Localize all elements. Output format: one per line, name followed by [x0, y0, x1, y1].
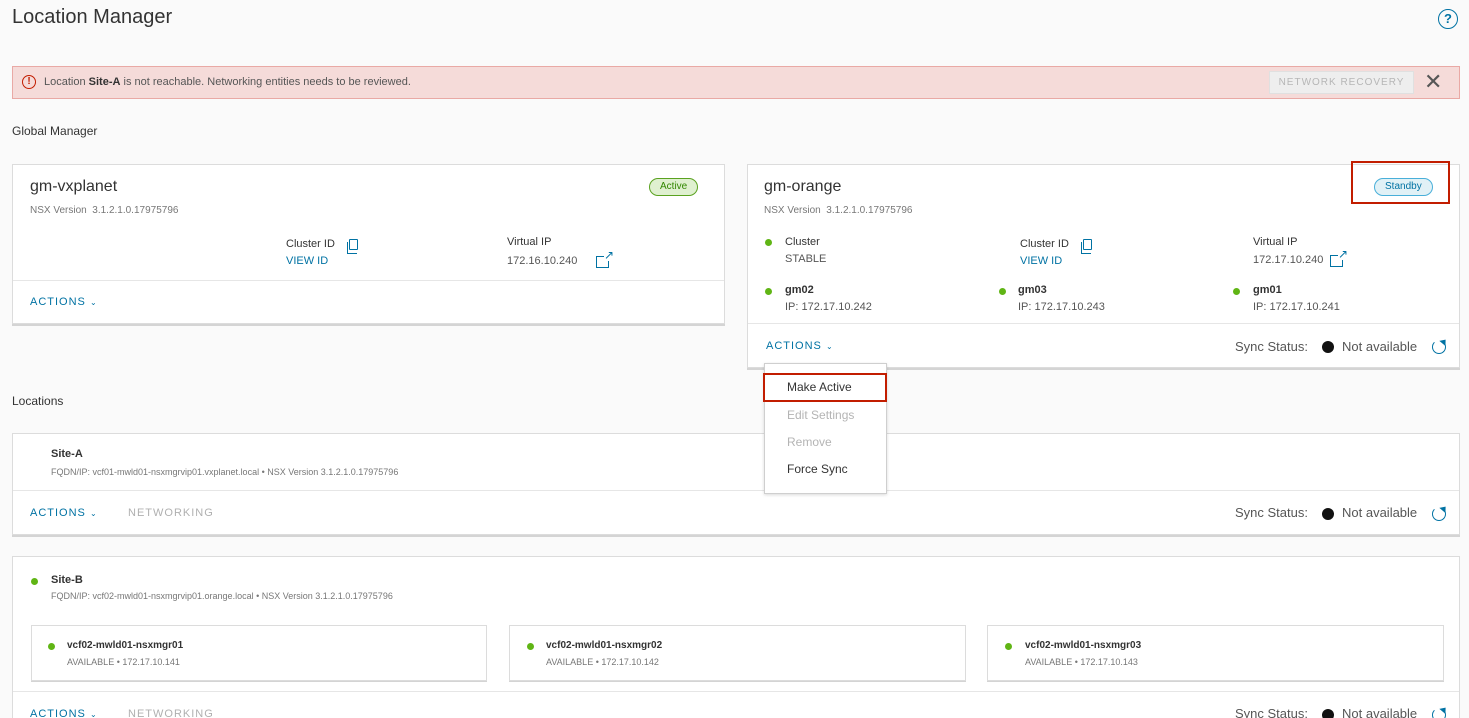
node-name: gm02 [785, 284, 814, 296]
cluster-id-label: Cluster ID [286, 238, 335, 250]
manager-status: AVAILABLE • 172.17.10.143 [1025, 657, 1138, 667]
status-dot [765, 288, 772, 295]
site-card-site-a: Site-A FQDN/IP: vcf01-mwld01-nsxmgrvip01… [12, 433, 1460, 535]
node-ip: IP: 172.17.10.241 [1253, 301, 1340, 313]
networking-button[interactable]: NETWORKING [128, 708, 214, 718]
status-dot [765, 239, 772, 246]
divider [13, 280, 724, 281]
copy-icon[interactable] [347, 239, 358, 254]
cluster-status: STABLE [785, 253, 827, 265]
gm-name: gm-orange [764, 178, 842, 195]
divider [13, 490, 1459, 491]
refresh-icon[interactable] [1432, 507, 1446, 521]
site-card-site-b: Site-B FQDN/IP: vcf02-mwld01-nsxmgrvip01… [12, 556, 1460, 718]
sync-status-dot [1322, 508, 1334, 520]
error-icon: ! [22, 75, 36, 89]
sync-status-label: Sync Status: [1235, 339, 1308, 354]
cluster-label: Cluster [785, 236, 820, 248]
manager-card: vcf02-mwld01-nsxmgr02 AVAILABLE • 172.17… [509, 625, 966, 681]
network-recovery-button[interactable]: NETWORK RECOVERY [1269, 71, 1414, 94]
actions-dropdown[interactable]: ACTIONS ⌄ [766, 340, 834, 352]
node-name: gm03 [1018, 284, 1047, 296]
page-title: Location Manager [12, 6, 173, 28]
global-manager-heading: Global Manager [12, 124, 98, 138]
site-name: Site-B [51, 574, 83, 586]
chevron-down-icon: ⌄ [89, 509, 98, 518]
sync-status-dot [1322, 341, 1334, 353]
refresh-icon[interactable] [1432, 708, 1446, 718]
status-badge-active: Active [649, 178, 699, 196]
manager-status: AVAILABLE • 172.17.10.141 [67, 657, 180, 667]
node-name: gm01 [1253, 284, 1282, 296]
status-dot [1005, 643, 1012, 650]
manager-name: vcf02-mwld01-nsxmgr02 [546, 640, 663, 651]
manager-name: vcf02-mwld01-nsxmgr01 [67, 640, 184, 651]
virtual-ip-value: 172.16.10.240 [507, 255, 578, 267]
refresh-icon[interactable] [1432, 340, 1446, 354]
alert-message: Location Site-A is not reachable. Networ… [44, 76, 411, 88]
node-ip: IP: 172.17.10.242 [785, 301, 872, 313]
site-name: Site-A [51, 448, 83, 460]
manager-name: vcf02-mwld01-nsxmgr03 [1025, 640, 1142, 651]
copy-icon[interactable] [1081, 239, 1092, 254]
cluster-id-label: Cluster ID [1020, 238, 1069, 250]
virtual-ip-label: Virtual IP [507, 236, 552, 248]
status-dot [1233, 288, 1240, 295]
menu-item-remove: Remove [787, 435, 832, 449]
close-icon[interactable]: ✕ [1424, 70, 1442, 94]
status-dot [48, 643, 55, 650]
alert-banner: ! Location Site-A is not reachable. Netw… [12, 66, 1460, 99]
status-dot [999, 288, 1006, 295]
sync-status-label: Sync Status: [1235, 706, 1308, 718]
menu-item-edit-settings: Edit Settings [787, 408, 855, 422]
chevron-down-icon: ⌄ [89, 710, 98, 718]
divider [13, 691, 1459, 692]
actions-dropdown[interactable]: ACTIONS ⌄ [30, 708, 98, 718]
highlight-box [763, 373, 887, 402]
manager-card: vcf02-mwld01-nsxmgr03 AVAILABLE • 172.17… [987, 625, 1444, 681]
sync-status-value: Not available [1342, 505, 1418, 520]
gm-active-card: gm-vxplanet Active NSX Version 3.1.2.1.0… [12, 164, 725, 324]
status-dot [31, 578, 38, 585]
nsx-version: NSX Version 3.1.2.1.0.17975796 [764, 205, 913, 216]
nsx-version: NSX Version 3.1.2.1.0.17975796 [30, 205, 179, 216]
menu-item-force-sync[interactable]: Force Sync [787, 462, 848, 476]
external-link-icon[interactable] [1330, 248, 1348, 267]
divider [748, 323, 1459, 324]
site-details: FQDN/IP: vcf02-mwld01-nsxmgrvip01.orange… [51, 591, 393, 601]
view-id-link[interactable]: VIEW ID [1020, 255, 1062, 267]
virtual-ip-label: Virtual IP [1253, 236, 1298, 248]
gm-name: gm-vxplanet [30, 178, 118, 195]
sync-status-dot [1322, 709, 1334, 718]
sync-status-label: Sync Status: [1235, 505, 1308, 520]
node-ip: IP: 172.17.10.243 [1018, 301, 1105, 313]
help-icon[interactable]: ? [1438, 9, 1458, 29]
external-link-icon[interactable] [596, 249, 614, 268]
actions-dropdown[interactable]: ACTIONS ⌄ [30, 507, 98, 519]
site-details: FQDN/IP: vcf01-mwld01-nsxmgrvip01.vxplan… [51, 467, 399, 477]
status-dot [527, 643, 534, 650]
chevron-down-icon: ⌄ [89, 298, 98, 307]
actions-dropdown[interactable]: ACTIONS ⌄ [30, 296, 98, 308]
locations-heading: Locations [12, 394, 64, 408]
highlight-box [1351, 161, 1450, 204]
virtual-ip-value: 172.17.10.240 [1253, 254, 1324, 266]
manager-card: vcf02-mwld01-nsxmgr01 AVAILABLE • 172.17… [31, 625, 487, 681]
chevron-down-icon: ⌄ [825, 342, 834, 351]
networking-button[interactable]: NETWORKING [128, 507, 214, 519]
sync-status-value: Not available [1342, 339, 1418, 354]
manager-status: AVAILABLE • 172.17.10.142 [546, 657, 659, 667]
view-id-link[interactable]: VIEW ID [286, 255, 328, 267]
sync-status-value: Not available [1342, 706, 1418, 718]
